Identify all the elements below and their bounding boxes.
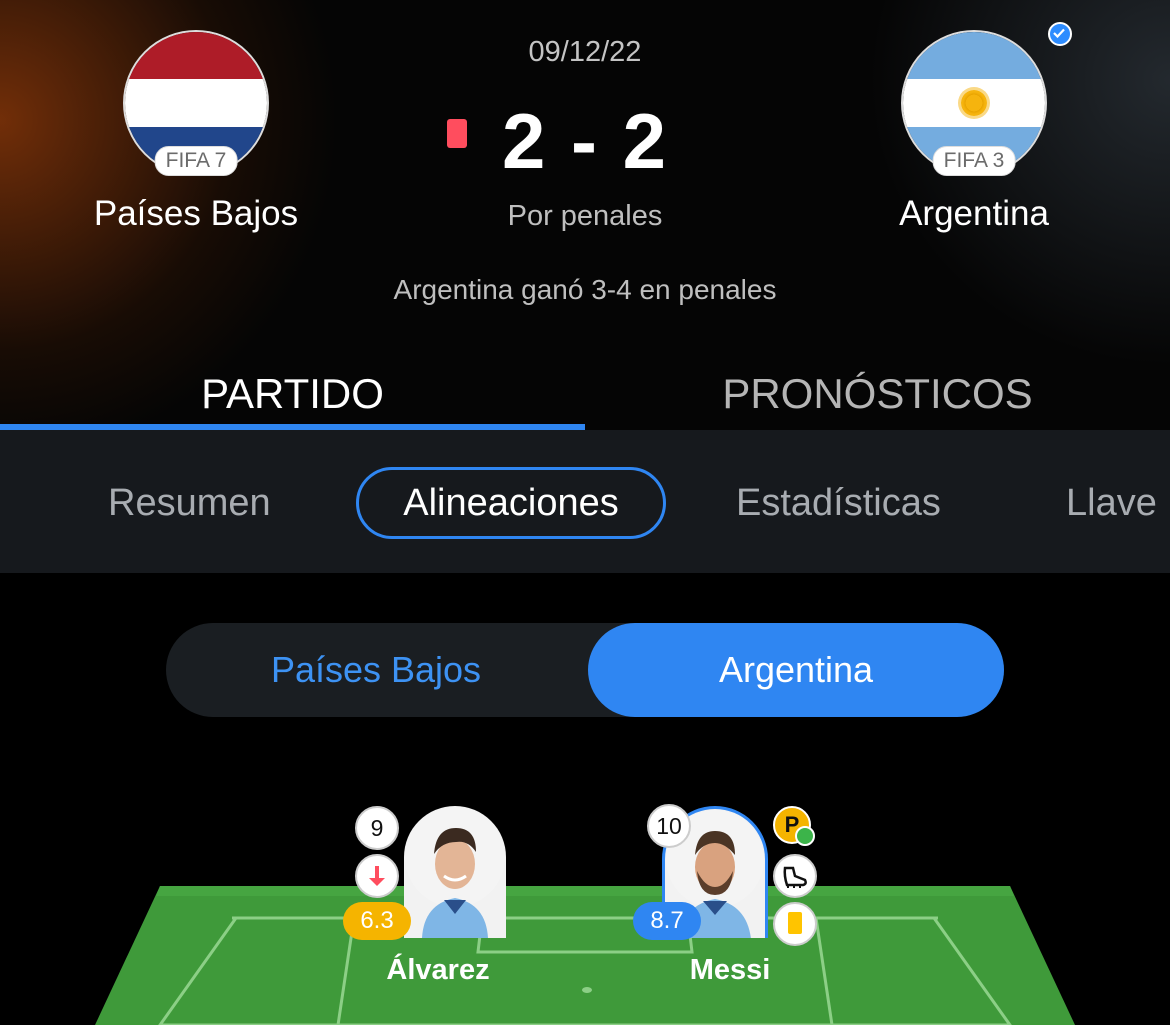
red-card-icon [447, 119, 467, 148]
subnav-resumen[interactable]: Resumen [108, 482, 271, 525]
home-fifa-rank: FIFA 7 [154, 146, 238, 176]
player-rating-alvarez: 6.3 [343, 902, 411, 940]
check-badge-icon [795, 826, 815, 846]
player-number-alvarez: 9 [355, 806, 399, 850]
player-name-alvarez: Álvarez [386, 954, 490, 986]
away-team[interactable]: FIFA 3 Argentina [844, 30, 1104, 234]
subnav-alineaciones[interactable]: Alineaciones [356, 467, 666, 539]
away-fifa-rank: FIFA 3 [932, 146, 1016, 176]
match-date: 09/12/22 [528, 36, 642, 68]
score-note: Por penales [507, 200, 663, 232]
player-photo-alvarez[interactable] [404, 806, 506, 938]
home-team-name: Países Bajos [93, 194, 299, 233]
toggle-argentina[interactable]: Argentina [588, 623, 1004, 717]
lineup-pitch [0, 886, 1170, 1025]
tab-partido[interactable]: PARTIDO [0, 370, 585, 418]
toggle-paises-bajos[interactable]: Países Bajos [166, 623, 586, 717]
player-name-messi: Messi [689, 954, 771, 986]
home-team[interactable]: FIFA 7 Países Bajos [66, 30, 326, 234]
tab-pronosticos[interactable]: PRONÓSTICOS [585, 370, 1170, 418]
away-team-name: Argentina [899, 194, 1049, 233]
subnav-llave[interactable]: Llave [1066, 482, 1157, 525]
verified-check-icon [1048, 22, 1072, 46]
boot-icon [773, 854, 817, 898]
match-score: 2 - 2 [501, 97, 669, 185]
penalty-result: Argentina ganó 3-4 en penales [393, 274, 777, 305]
yellow-card-icon [773, 902, 817, 946]
match-header: FIFA 7 Países Bajos 09/12/22 2 - 2 Por p… [0, 0, 1170, 430]
substituted-out-icon [355, 854, 399, 898]
player-rating-messi: 8.7 [633, 902, 701, 940]
player-number-messi: 10 [647, 804, 691, 848]
subnav-estadisticas[interactable]: Estadísticas [736, 482, 941, 525]
